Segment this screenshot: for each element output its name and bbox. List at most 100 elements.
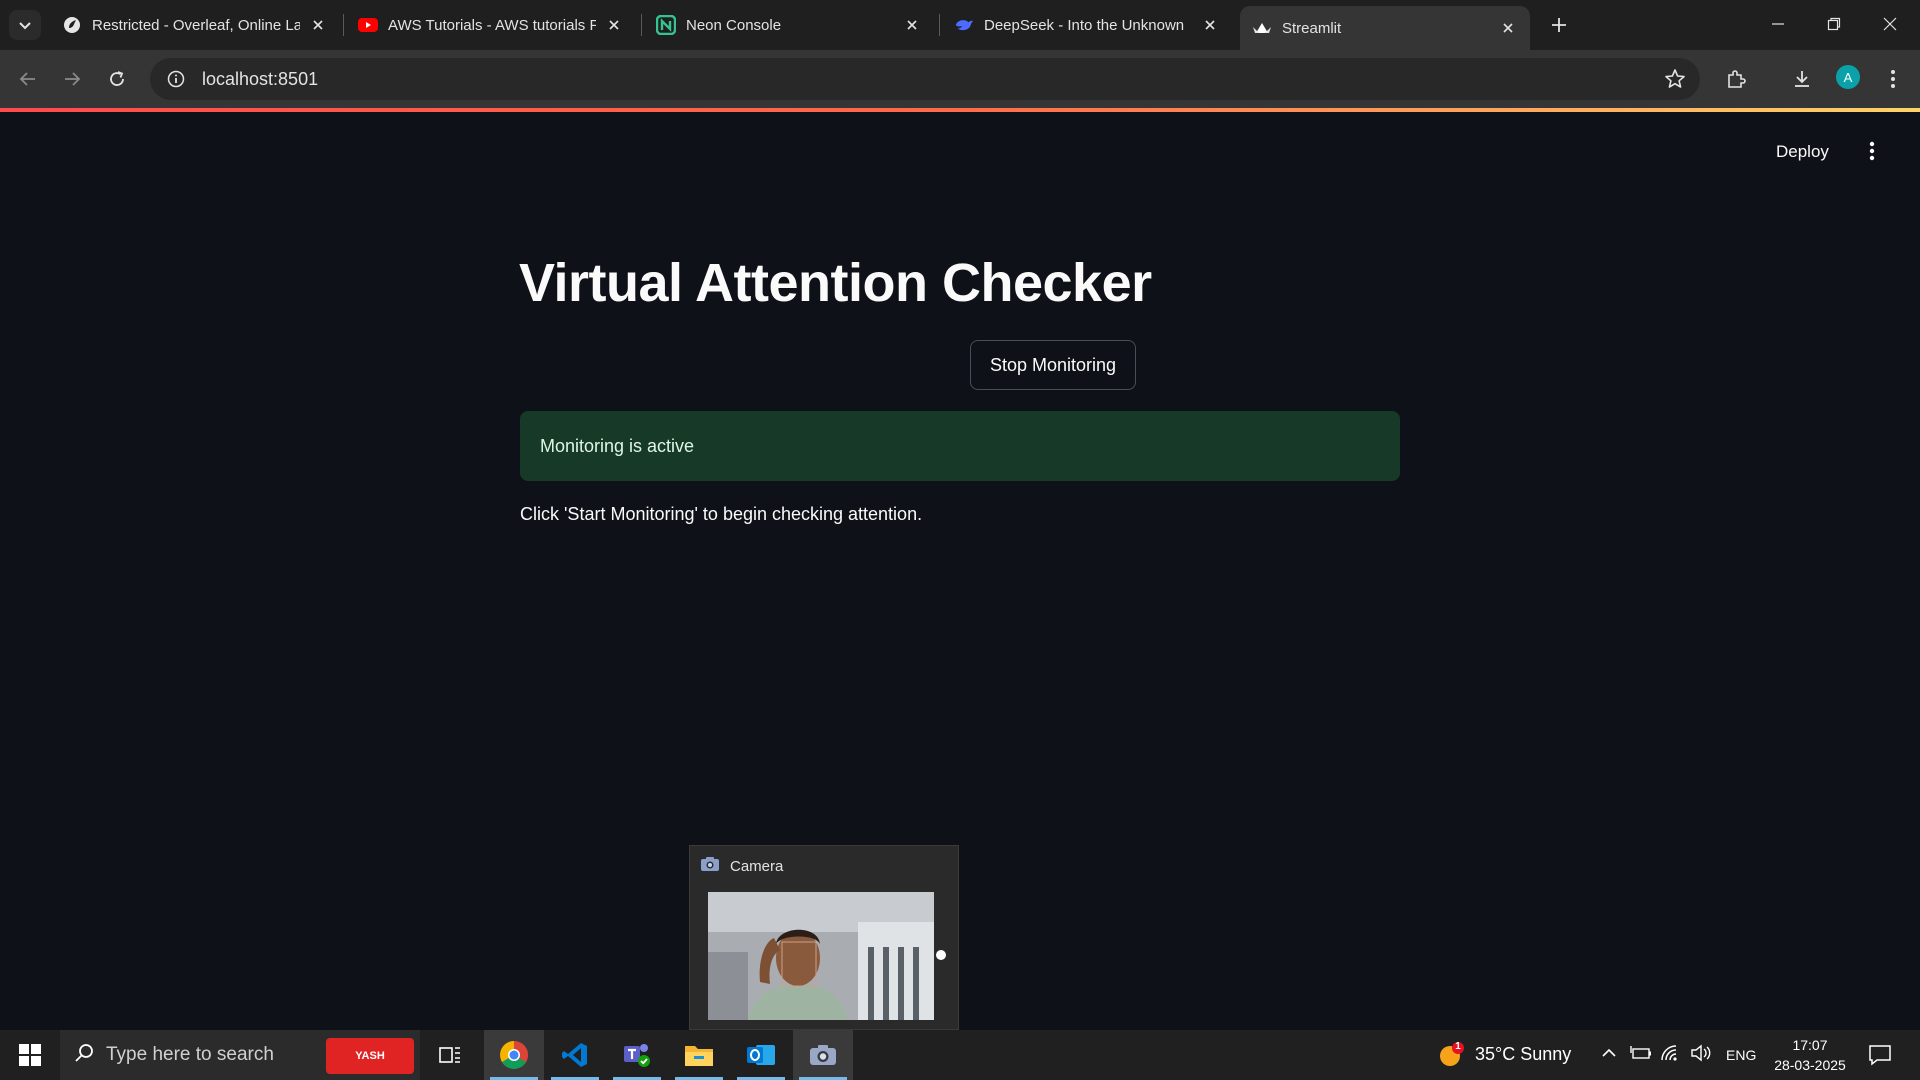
- download-icon: [1795, 71, 1809, 87]
- tab-deepseek[interactable]: DeepSeek - Into the Unknown: [942, 6, 1232, 44]
- weather-alert-badge: 1: [1455, 1041, 1461, 1052]
- tab-search-button[interactable]: [9, 10, 41, 40]
- reload-button[interactable]: [101, 63, 133, 95]
- start-button[interactable]: [10, 1038, 50, 1072]
- wifi-icon[interactable]: [1660, 1044, 1682, 1067]
- deploy-button[interactable]: Deploy: [1776, 142, 1829, 162]
- camera-icon: [700, 856, 720, 876]
- tab-overleaf[interactable]: Restricted - Overleaf, Online LaTeX Edit…: [50, 6, 340, 44]
- overleaf-icon: [62, 15, 82, 35]
- profile-avatar[interactable]: A: [1836, 65, 1860, 89]
- notification-icon: [1869, 1045, 1891, 1066]
- tab-aws-tutorials[interactable]: AWS Tutorials - AWS tutorials For Beginn…: [346, 6, 636, 44]
- clock-time: 17:07: [1792, 1037, 1828, 1053]
- weather-icon[interactable]: 1: [1438, 1041, 1464, 1068]
- address-bar[interactable]: localhost:8501: [150, 58, 1700, 100]
- chrome-icon: [500, 1041, 528, 1069]
- tab-separator: [343, 14, 344, 36]
- camera-icon: [810, 1045, 836, 1065]
- browser-menu-button[interactable]: [1877, 63, 1909, 95]
- weather-text[interactable]: 35°C Sunny: [1475, 1044, 1571, 1065]
- deepseek-icon: [954, 15, 974, 35]
- bookmark-star-icon[interactable]: [1664, 68, 1686, 95]
- clock-date: 28-03-2025: [1774, 1057, 1846, 1073]
- search-icon: [74, 1043, 94, 1068]
- plus-icon: [1552, 18, 1566, 32]
- neon-icon: [656, 15, 676, 35]
- chevron-up-icon: [1602, 1048, 1616, 1057]
- close-icon[interactable]: [1498, 18, 1518, 38]
- puzzle-icon: [1728, 70, 1746, 88]
- new-tab-button[interactable]: [1545, 11, 1573, 39]
- taskbar-app-chrome[interactable]: [484, 1030, 544, 1080]
- streamlit-icon: [1252, 18, 1272, 38]
- tab-neon-console[interactable]: Neon Console: [644, 6, 934, 44]
- windows-logo-icon: [19, 1044, 41, 1066]
- close-icon: [1883, 17, 1897, 31]
- close-icon[interactable]: [902, 15, 922, 35]
- youtube-icon: [358, 15, 378, 35]
- browser-tab-strip: Restricted - Overleaf, Online LaTeX Edit…: [0, 0, 1920, 50]
- taskbar-search-box[interactable]: Type here to search YASH: [60, 1030, 420, 1080]
- volume-icon[interactable]: [1690, 1044, 1712, 1067]
- close-icon[interactable]: [604, 15, 624, 35]
- close-icon[interactable]: [308, 15, 328, 35]
- show-hidden-icons-button[interactable]: [1600, 1044, 1618, 1067]
- forward-button[interactable]: [56, 63, 88, 95]
- clock[interactable]: 17:07 28-03-2025: [1762, 1034, 1858, 1076]
- tab-separator: [939, 14, 940, 36]
- stop-monitoring-button[interactable]: Stop Monitoring: [970, 340, 1136, 390]
- tab-separator: [641, 14, 642, 36]
- tab-title: DeepSeek - Into the Unknown: [984, 16, 1185, 34]
- tab-title: Restricted - Overleaf, Online LaTeX Edit…: [92, 16, 300, 34]
- back-button[interactable]: [12, 63, 44, 95]
- notification-center-button[interactable]: [1868, 1044, 1892, 1071]
- taskbar-app-camera[interactable]: [793, 1030, 853, 1080]
- success-alert: Monitoring is active: [520, 411, 1400, 481]
- streamlit-app: Deploy Virtual Attention Checker Stop Mo…: [0, 112, 1920, 1030]
- tab-title: AWS Tutorials - AWS tutorials For Beginn…: [388, 16, 596, 34]
- battery-icon[interactable]: [1630, 1044, 1652, 1067]
- restore-button[interactable]: [1806, 6, 1862, 42]
- close-window-button[interactable]: [1862, 6, 1918, 42]
- reload-icon: [110, 71, 124, 86]
- taskbar-app-outlook[interactable]: [731, 1030, 791, 1080]
- site-info-icon[interactable]: [156, 70, 196, 88]
- camera-header: Camera: [700, 856, 783, 876]
- browser-toolbar: localhost:8501: [0, 50, 1920, 108]
- more-vert-icon: [1891, 70, 1895, 88]
- more-vert-icon: [1869, 141, 1875, 161]
- taskbar-app-file-explorer[interactable]: [669, 1030, 729, 1080]
- resize-handle[interactable]: [936, 950, 946, 960]
- minimize-button[interactable]: [1750, 6, 1806, 42]
- arrow-right-icon: [65, 72, 81, 86]
- tab-streamlit[interactable]: Streamlit: [1240, 6, 1530, 50]
- task-view-icon: [439, 1047, 460, 1063]
- search-placeholder: Type here to search: [106, 1044, 274, 1065]
- folder-icon: [685, 1046, 713, 1066]
- chevron-down-icon: [19, 22, 31, 30]
- page-title: Virtual Attention Checker: [519, 253, 1152, 313]
- webcam-feed-image: [708, 892, 934, 1020]
- search-highlight-badge[interactable]: YASH: [326, 1038, 414, 1074]
- tab-title: Neon Console: [686, 16, 782, 34]
- vscode-icon: [562, 1043, 587, 1067]
- taskbar-app-vscode[interactable]: [545, 1030, 605, 1080]
- app-menu-button[interactable]: [1862, 138, 1882, 164]
- downloads-button[interactable]: [1786, 63, 1818, 95]
- minimize-icon: [1772, 23, 1784, 25]
- url-text: localhost:8501: [202, 68, 319, 89]
- taskbar-app-teams[interactable]: [607, 1030, 667, 1080]
- alert-message: Monitoring is active: [540, 435, 695, 456]
- outlook-icon: [747, 1045, 775, 1065]
- camera-preview-window[interactable]: Camera: [689, 845, 959, 1030]
- windows-taskbar: Type here to search YASH 1 35°C Sunny EN…: [0, 1030, 1920, 1080]
- close-icon[interactable]: [1200, 15, 1220, 35]
- extensions-button[interactable]: [1720, 63, 1752, 95]
- input-language-indicator[interactable]: ENG: [1726, 1047, 1756, 1063]
- restore-icon: [1827, 17, 1841, 31]
- teams-icon: [624, 1044, 650, 1067]
- instruction-text: Click 'Start Monitoring' to begin checki…: [520, 504, 923, 524]
- task-view-button[interactable]: [420, 1030, 480, 1080]
- arrow-left-icon: [19, 72, 35, 86]
